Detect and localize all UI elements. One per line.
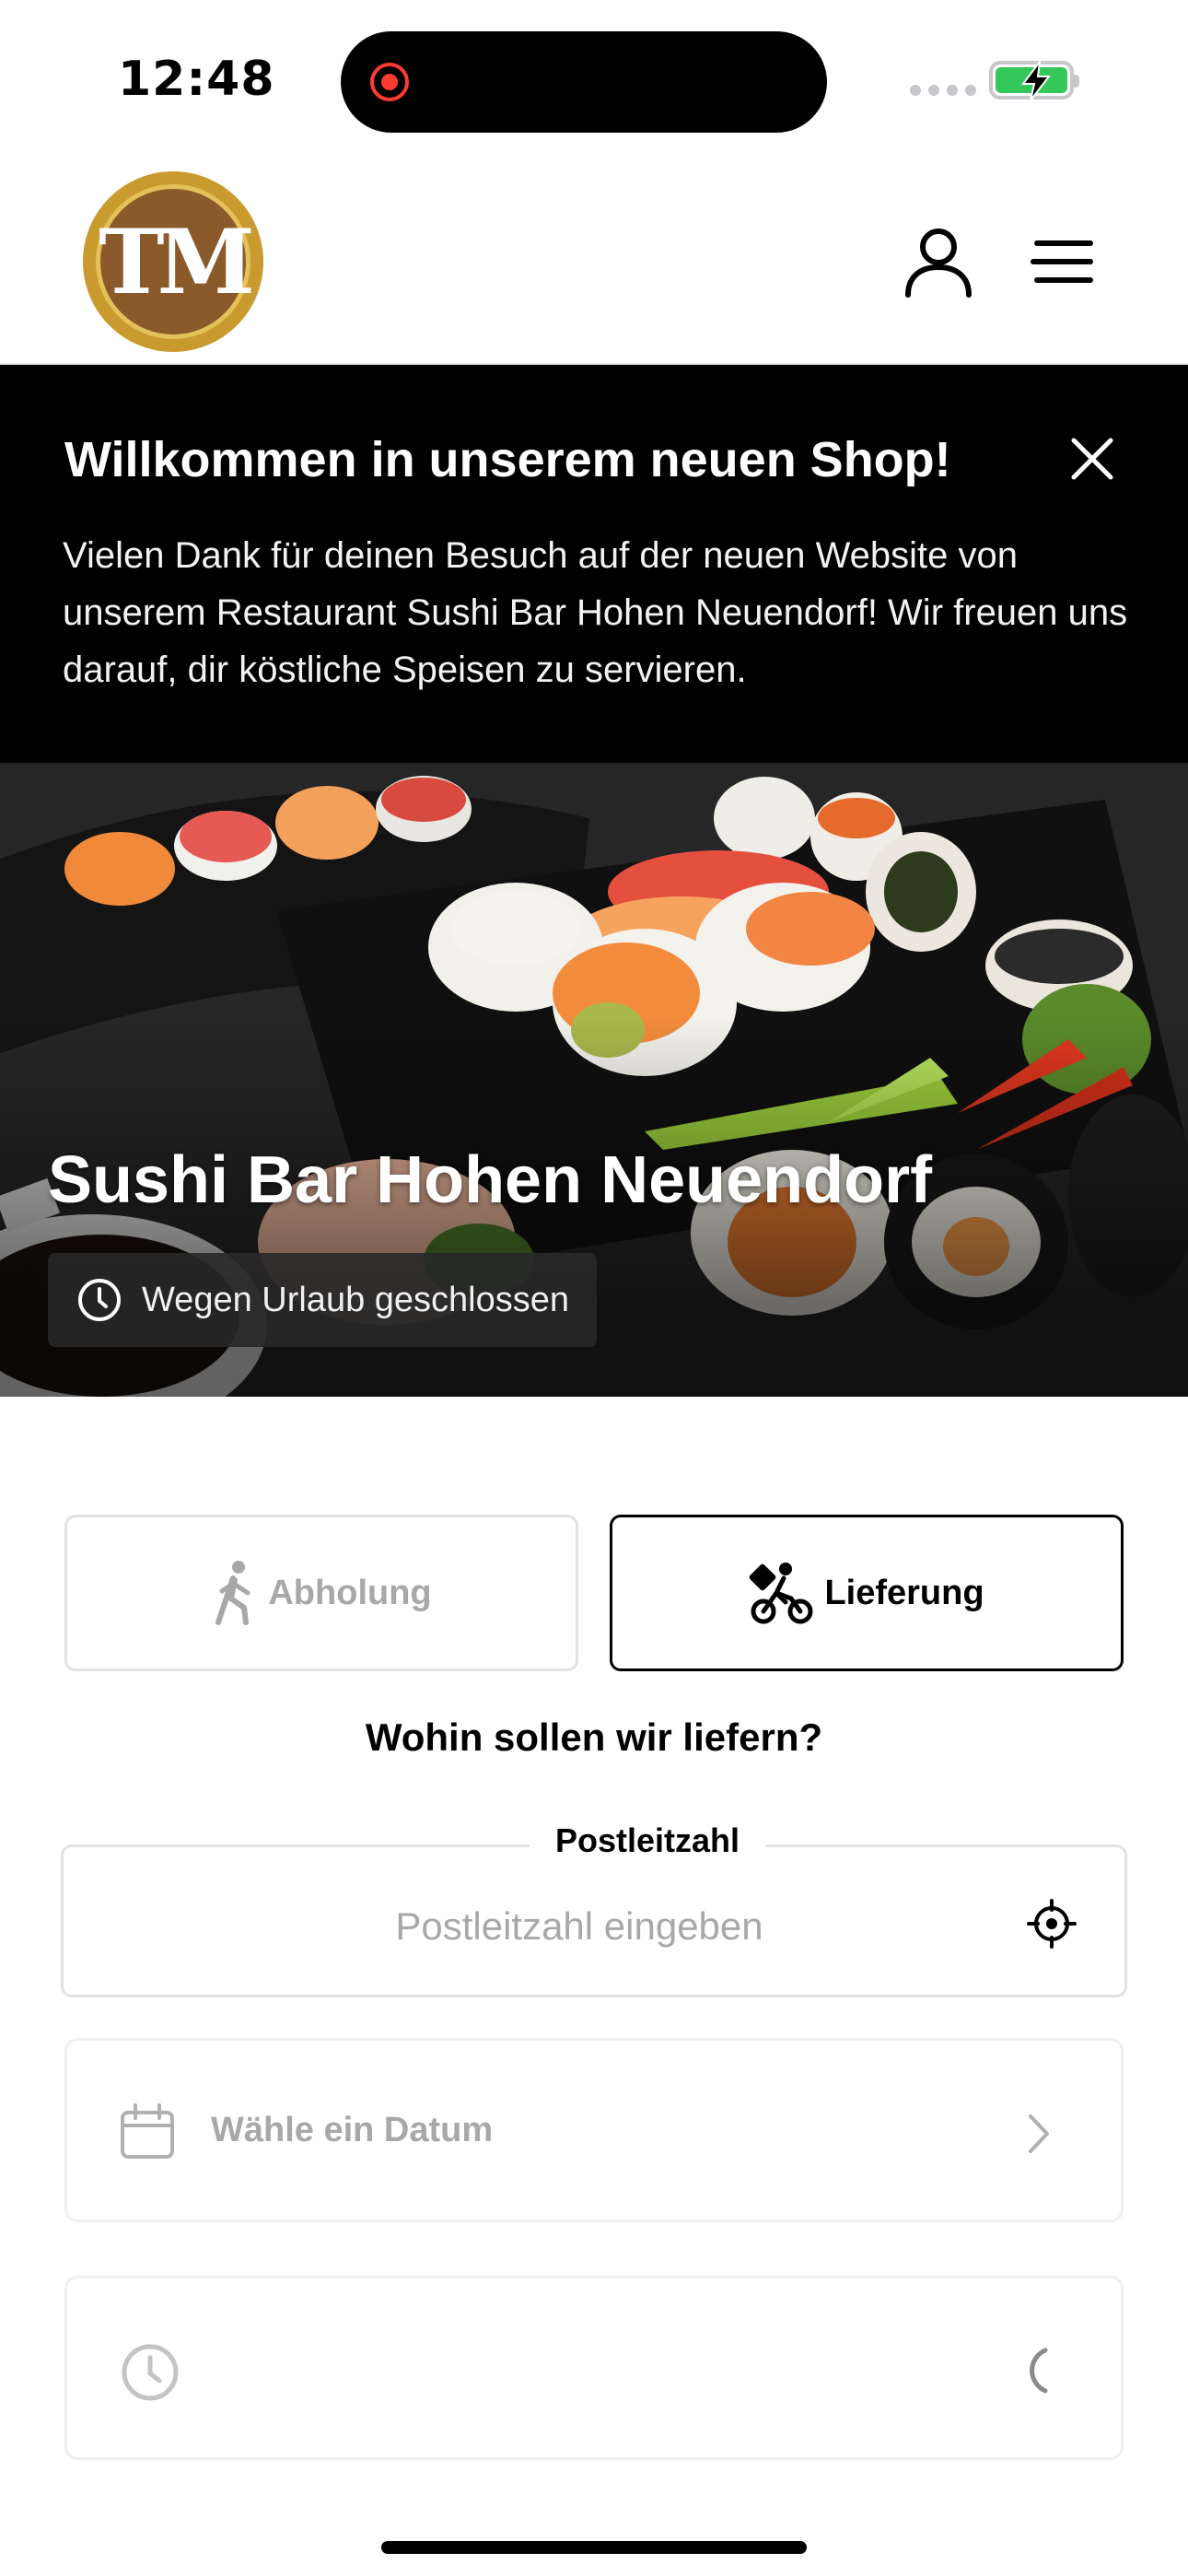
pickup-button[interactable]: Abholung xyxy=(64,1515,578,1671)
dynamic-island xyxy=(341,31,827,133)
delivery-button[interactable]: Lieferung xyxy=(610,1515,1124,1671)
delivery-bike-icon xyxy=(750,1563,813,1624)
signal-icon xyxy=(910,85,976,96)
locate-me-icon[interactable] xyxy=(1027,1899,1077,1949)
close-icon[interactable] xyxy=(1068,435,1116,483)
postal-code-label: Postleitzahl xyxy=(530,1821,766,1860)
banner-title: Willkommen in unserem neuen Shop! xyxy=(64,432,951,487)
walking-person-icon xyxy=(215,1561,250,1625)
time-picker[interactable] xyxy=(64,2276,1124,2460)
charging-bolt-icon xyxy=(1021,60,1052,101)
date-picker[interactable]: Wähle ein Datum xyxy=(64,2038,1124,2222)
delivery-label: Lieferung xyxy=(824,1573,984,1612)
recording-icon xyxy=(370,63,409,101)
calendar-icon xyxy=(121,2103,174,2159)
restaurant-name: Sushi Bar Hohen Neuendorf xyxy=(48,1143,933,1217)
welcome-banner: Willkommen in unserem neuen Shop! Vielen… xyxy=(0,365,1188,763)
hero-section: Sushi Bar Hohen Neuendorf Wegen Urlaub g… xyxy=(0,763,1188,1397)
site-header: TM xyxy=(0,157,1188,365)
opening-status-text: Wegen Urlaub geschlossen xyxy=(142,1280,570,1319)
home-indicator[interactable] xyxy=(381,2541,807,2554)
loading-spinner-icon xyxy=(1030,2348,1048,2394)
pickup-label: Abholung xyxy=(268,1573,432,1612)
restaurant-logo[interactable]: TM xyxy=(83,171,263,352)
opening-status-badge[interactable]: Wegen Urlaub geschlossen xyxy=(48,1253,598,1347)
banner-text: Vielen Dank für deinen Besuch auf der ne… xyxy=(63,535,1128,690)
logo-text: TM xyxy=(99,209,255,314)
menu-icon[interactable] xyxy=(1030,238,1094,286)
delivery-question: Wohin sollen wir liefern? xyxy=(365,1715,823,1759)
battery-icon xyxy=(989,60,1079,101)
user-icon[interactable] xyxy=(903,227,974,299)
postal-code-input[interactable] xyxy=(119,1899,1040,1954)
chevron-right-icon xyxy=(1029,2114,1049,2153)
status-time: 12:48 xyxy=(118,52,275,107)
clock-icon xyxy=(78,1279,121,1321)
status-bar: 12:48 xyxy=(0,0,1188,157)
clock-icon xyxy=(122,2344,179,2401)
postal-code-field[interactable]: Postleitzahl xyxy=(61,1821,1127,1997)
date-picker-label: Wähle ein Datum xyxy=(211,2111,494,2149)
